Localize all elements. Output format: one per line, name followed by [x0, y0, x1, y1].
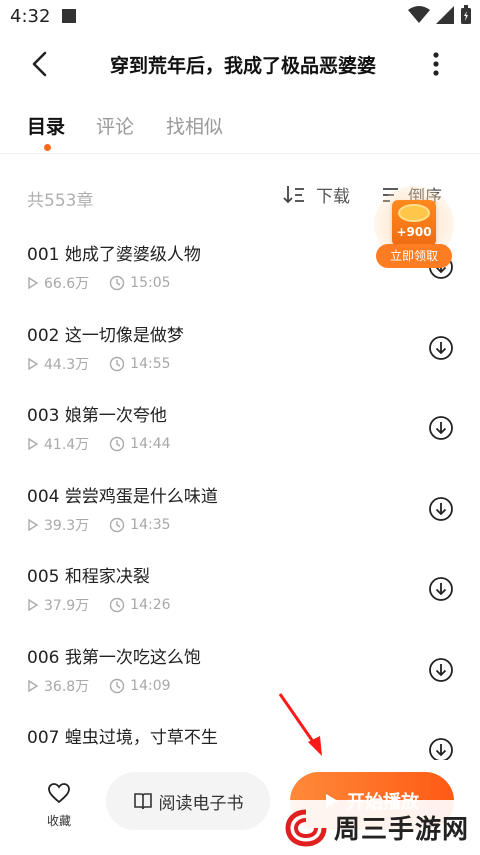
chapter-item[interactable]: 003 娘第一次夸他 41.4万 14:44 — [0, 393, 480, 474]
chapter-title: 002 这一切像是做梦 — [27, 325, 184, 346]
play-count-icon — [28, 437, 39, 451]
chapter-title: 004 尝尝鸡蛋是什么味道 — [27, 486, 218, 507]
duration: 14:35 — [130, 516, 171, 533]
clock-icon — [109, 517, 125, 532]
coin-icon — [398, 204, 430, 222]
chapter-count: 共553章 — [27, 191, 94, 211]
page-title: 穿到荒年后，我成了极品恶婆婆 — [109, 55, 376, 77]
reward-claim-button[interactable]: 立即领取 — [376, 244, 452, 268]
watermark-logo-icon — [285, 809, 327, 847]
favorite-label: 收藏 — [46, 814, 71, 828]
chapter-list: 001 她成了婆婆级人物 66.6万 15:05 002 这一切像是做梦 44.… — [0, 232, 480, 796]
heart-icon — [48, 783, 70, 804]
duration: 14:09 — [130, 677, 171, 694]
play-count-icon — [28, 357, 39, 370]
back-button[interactable] — [22, 46, 58, 82]
play-count-icon — [28, 598, 39, 612]
tab-similar[interactable]: 找相似 — [166, 112, 223, 139]
read-ebook-label: 阅读电子书 — [158, 793, 244, 814]
duration: 14:26 — [130, 597, 171, 613]
duration: 15:05 — [130, 275, 171, 291]
chapter-item[interactable]: 005 和程家决裂 37.9万 14:26 — [0, 554, 480, 635]
notification-icon — [62, 9, 76, 23]
clock-icon — [109, 275, 125, 291]
watermark-text: 周三手游网 — [334, 815, 470, 845]
annotation-arrow-icon — [278, 693, 322, 756]
chapter-item[interactable]: 004 尝尝鸡蛋是什么味道 39.3万 14:35 — [0, 474, 480, 555]
clock-icon — [109, 436, 125, 452]
status-bar: 4:32 — [0, 0, 480, 34]
duration: 14:55 — [130, 355, 171, 372]
tab-bar: 目录 评论 找相似 — [0, 100, 480, 154]
reward-widget[interactable]: +900 立即领取 — [374, 186, 454, 270]
book-icon — [133, 793, 152, 810]
read-ebook-button[interactable]: 阅读电子书 — [106, 772, 270, 830]
play-count-icon — [28, 276, 39, 290]
play-count: 36.8万 — [44, 678, 90, 695]
download-list-icon — [283, 185, 304, 203]
signal-icon — [436, 6, 454, 24]
chapter-meta: 44.3万 14:55 — [27, 354, 191, 374]
more-button[interactable] — [418, 46, 454, 82]
download-label: 下载 — [316, 187, 350, 207]
tab-catalog[interactable]: 目录 — [27, 112, 65, 139]
tab-comments[interactable]: 评论 — [96, 112, 134, 139]
play-count: 66.6万 — [44, 276, 90, 292]
favorite-button[interactable]: 收藏 — [34, 782, 84, 832]
more-vertical-icon — [433, 52, 439, 76]
status-time: 4:32 — [10, 6, 51, 27]
download-circle-icon[interactable] — [428, 576, 454, 602]
clock-icon — [109, 356, 125, 371]
watermark: 周三手游网 — [270, 800, 480, 855]
status-icons — [408, 5, 472, 25]
clock-icon — [109, 678, 125, 693]
chapter-title: 005 和程家决裂 — [27, 567, 150, 587]
reward-amount: +900 — [396, 225, 432, 239]
chapter-title: 003 娘第一次夸他 — [27, 406, 167, 426]
tab-active-indicator — [44, 144, 51, 151]
download-circle-icon[interactable] — [428, 657, 454, 683]
header: 穿到荒年后，我成了极品恶婆婆 — [0, 34, 480, 94]
chapter-meta: 37.9万 14:26 — [27, 595, 191, 615]
clock-icon — [109, 597, 125, 613]
play-count: 44.3万 — [44, 356, 90, 373]
back-arrow-icon — [32, 51, 47, 77]
download-button[interactable]: 下载 — [282, 182, 350, 207]
chapter-meta: 39.3万 14:35 — [27, 515, 191, 535]
wifi-icon — [408, 6, 430, 23]
play-count-icon — [28, 679, 39, 692]
download-circle-icon[interactable] — [428, 335, 454, 361]
chapter-title: 001 她成了婆婆级人物 — [27, 245, 201, 265]
play-count-icon — [28, 518, 39, 531]
duration: 14:44 — [130, 436, 171, 452]
download-circle-icon[interactable] — [428, 496, 454, 522]
download-circle-icon[interactable] — [428, 415, 454, 441]
chapter-title: 007 蝗虫过境，寸草不生 — [27, 728, 218, 748]
chapter-item[interactable]: 006 我第一次吃这么饱 36.8万 14:09 — [0, 635, 480, 716]
chapter-item[interactable]: 002 这一切像是做梦 44.3万 14:55 — [0, 313, 480, 394]
chapter-title: 006 我第一次吃这么饱 — [27, 647, 201, 668]
play-count: 39.3万 — [44, 517, 90, 534]
chapter-meta: 41.4万 14:44 — [27, 434, 191, 454]
chapter-meta: 66.6万 15:05 — [27, 273, 191, 293]
play-count: 37.9万 — [44, 598, 90, 614]
battery-icon — [461, 5, 471, 24]
play-count: 41.4万 — [44, 437, 90, 453]
reward-box: +900 — [392, 200, 436, 246]
chapter-meta: 36.8万 14:09 — [27, 676, 191, 696]
